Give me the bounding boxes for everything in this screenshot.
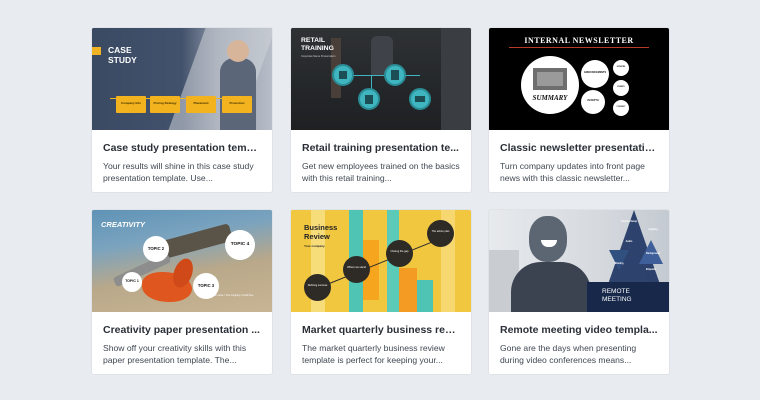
- thumb-credit: Your name / Your company, Credit here: [212, 294, 254, 297]
- thumb-heading: INTERNAL NEWSLETTER: [524, 36, 634, 45]
- card-description: Show off your creativity skills with thi…: [103, 343, 247, 365]
- folder: Pricing Strategy: [150, 96, 180, 113]
- template-card-classic-newsletter[interactable]: INTERNAL NEWSLETTER SUMMARY ANNOUNCEMENT…: [488, 27, 670, 193]
- template-card-case-study[interactable]: CASE STUDY Company Info Pricing Strategy…: [91, 27, 273, 193]
- thumb-heading-line1: CASE: [108, 45, 132, 55]
- card-description: Gone are the days when presenting during…: [500, 343, 637, 365]
- thumbnail-market-quarterly[interactable]: Business Review Your company Defining su…: [291, 210, 471, 312]
- template-card-market-quarterly[interactable]: Business Review Your company Defining su…: [290, 209, 472, 375]
- thumb-subtitle: Your company: [304, 244, 325, 248]
- folder: Placement: [186, 96, 216, 113]
- card-description: Your results will shine in this case stu…: [103, 161, 254, 183]
- box-icon: [384, 64, 406, 86]
- thumb-heading-line2: TRAINING: [301, 45, 334, 52]
- store-icon: [358, 88, 380, 110]
- thumbnail-classic-newsletter[interactable]: INTERNAL NEWSLETTER SUMMARY ANNOUNCEMENT…: [489, 28, 669, 130]
- thumb-heading-line2: Review: [304, 232, 330, 241]
- thumb-heading: CREATIVITY: [101, 220, 146, 229]
- card-description: Turn company updates into front page new…: [500, 161, 645, 183]
- card-title[interactable]: Case study presentation templ...: [103, 142, 261, 155]
- folder: Company Info: [116, 96, 146, 113]
- card-title[interactable]: Classic newsletter presentatio...: [500, 142, 658, 155]
- thumbnail-case-study[interactable]: CASE STUDY Company Info Pricing Strategy…: [92, 28, 272, 130]
- template-card-creativity-paper[interactable]: CREATIVITY TOPIC 1 TOPIC 2 TOPIC 3 TOPIC…: [91, 209, 273, 375]
- card-title[interactable]: Remote meeting video templa...: [500, 324, 658, 337]
- thumb-heading-line2: STUDY: [108, 55, 137, 65]
- thumb-heading-line1: Business: [304, 223, 338, 232]
- cart-icon: [409, 88, 431, 110]
- thumb-heading-line1: RETAIL: [301, 37, 326, 44]
- template-card-retail-training[interactable]: RETAIL TRAINING Corporate Name Presentat…: [290, 27, 472, 193]
- card-title[interactable]: Creativity paper presentation ...: [103, 324, 261, 337]
- card-title[interactable]: Retail training presentation te...: [302, 142, 460, 155]
- card-title[interactable]: Market quarterly business revi...: [302, 324, 460, 337]
- thumb-heading-line2: MEETING: [602, 296, 632, 303]
- t-shirt-icon: [332, 64, 354, 86]
- folder: Promotion: [222, 96, 252, 113]
- thumbnail-creativity-paper[interactable]: CREATIVITY TOPIC 1 TOPIC 2 TOPIC 3 TOPIC…: [92, 210, 272, 312]
- thumb-summary: SUMMARY: [532, 94, 568, 102]
- thumbnail-remote-meeting[interactable]: REMOTE MEETING Camera Setup Lighting Aud…: [489, 210, 669, 312]
- template-card-remote-meeting[interactable]: REMOTE MEETING Camera Setup Lighting Aud…: [488, 209, 670, 375]
- card-description: Get new employees trained on the basics …: [302, 161, 460, 183]
- thumbnail-retail-training[interactable]: RETAIL TRAINING Corporate Name Presentat…: [291, 28, 471, 130]
- thumb-heading-line1: REMOTE: [602, 288, 630, 295]
- thumb-subtitle: Corporate Name Presentation: [301, 55, 336, 58]
- card-description: The market quarterly business review tem…: [302, 343, 445, 365]
